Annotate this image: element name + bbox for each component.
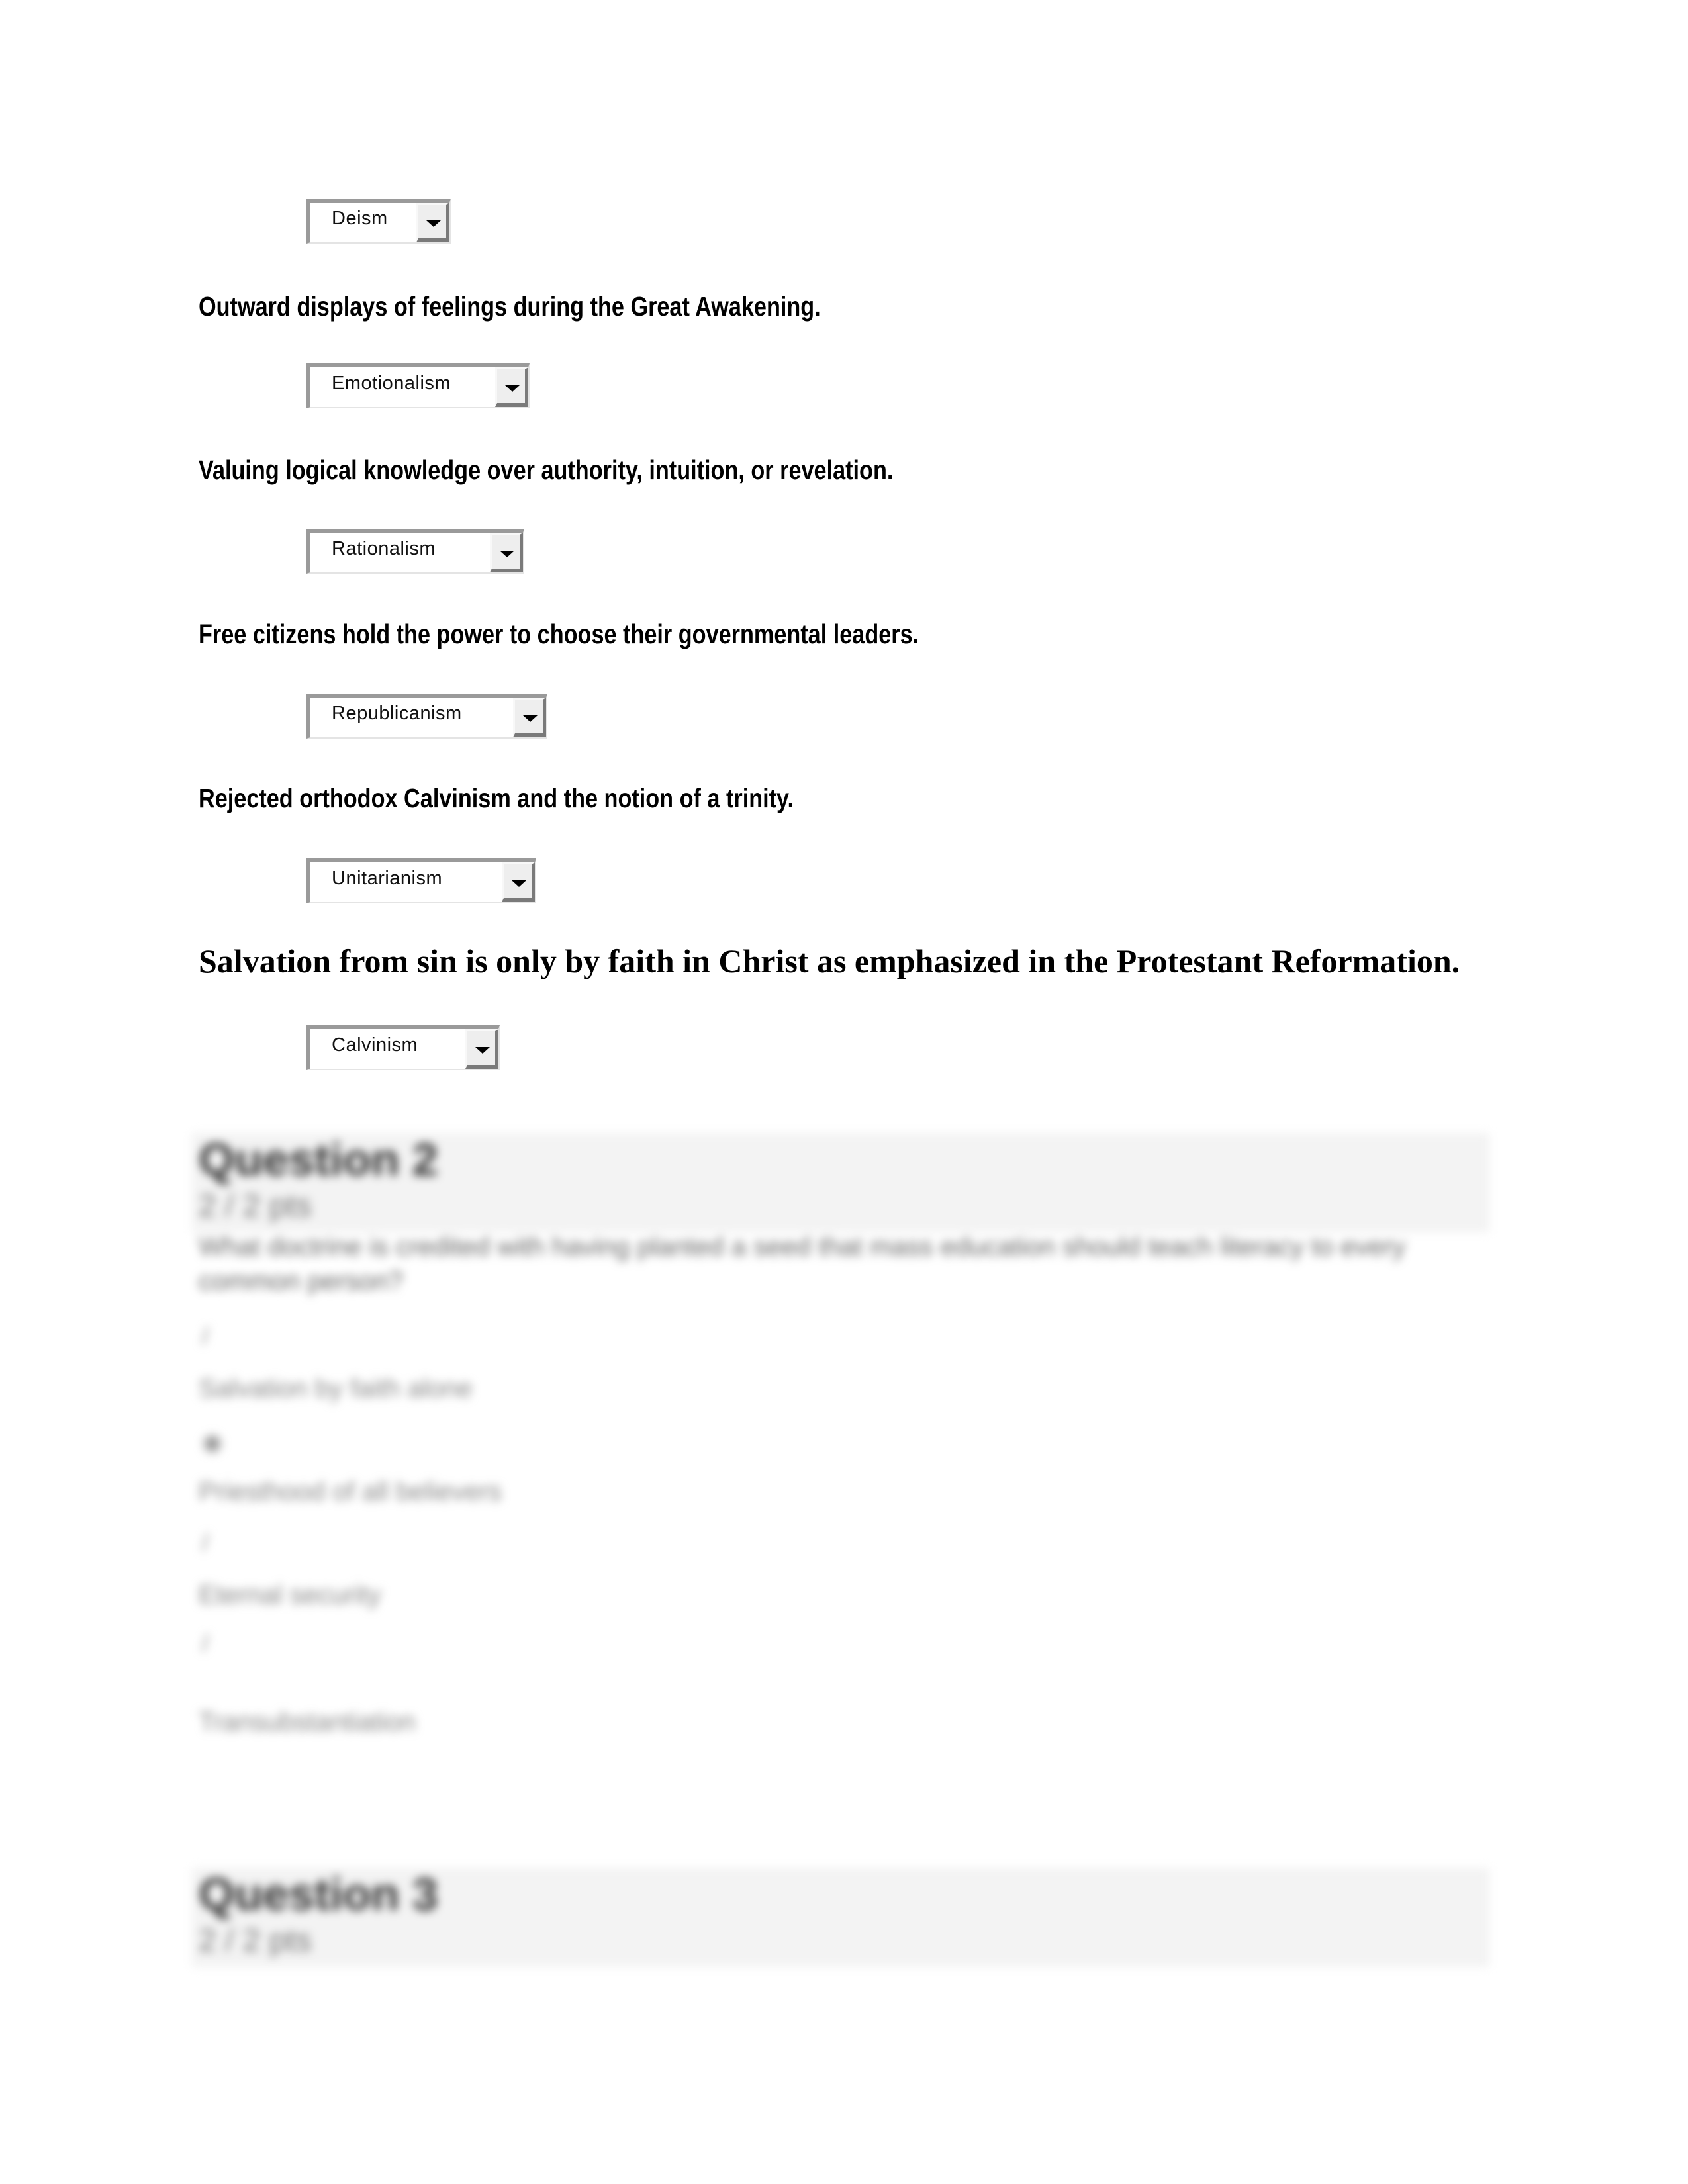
dropdown-button[interactable] [416, 203, 449, 242]
answer-select-deism[interactable]: Deism [306, 199, 451, 244]
question-points: 2 / 2 pts [199, 1923, 312, 1958]
select-value: Republicanism [332, 703, 462, 724]
select-value: Deism [332, 208, 388, 229]
chevron-down-icon [523, 715, 538, 722]
chevron-down-icon [500, 551, 514, 557]
question-text: What doctrine is credited with having pl… [199, 1232, 1406, 1296]
dropdown-button[interactable] [495, 367, 528, 407]
answer-option[interactable]: Priesthood of all believers [199, 1477, 502, 1507]
chevron-down-icon [475, 1047, 490, 1054]
answer-select-calvinism[interactable]: Calvinism [306, 1025, 500, 1070]
dropdown-button[interactable] [465, 1029, 498, 1069]
question-points: 2 / 2 pts [199, 1189, 312, 1224]
answer-marker-icon: / [202, 1629, 209, 1657]
dropdown-button[interactable] [502, 862, 535, 902]
question-title: Question 3 [199, 1868, 438, 1920]
answer-select-rationalism[interactable]: Rationalism [306, 529, 524, 574]
select-value: Unitarianism [332, 868, 443, 889]
answer-option[interactable]: Transubstantiation [199, 1707, 416, 1737]
dropdown-button[interactable] [513, 698, 546, 737]
match-prompt: Outward displays of feelings during the … [199, 291, 821, 322]
match-prompt: Rejected orthodox Calvinism and the noti… [199, 783, 794, 813]
selected-answer-icon: ◉ [202, 1428, 223, 1455]
match-prompt: Salvation from sin is only by faith in C… [199, 942, 1460, 979]
question-title: Question 2 [199, 1134, 438, 1185]
chevron-down-icon [505, 385, 520, 392]
dropdown-button[interactable] [490, 533, 523, 572]
select-value: Emotionalism [332, 373, 451, 394]
match-prompt: Valuing logical knowledge over authority… [199, 455, 894, 485]
chevron-down-icon [512, 880, 526, 887]
answer-marker-icon: / [202, 1322, 209, 1349]
select-value: Calvinism [332, 1034, 418, 1056]
answer-option[interactable]: Salvation by faith alone [199, 1374, 473, 1404]
chevron-down-icon [426, 220, 441, 227]
answer-select-unitarianism[interactable]: Unitarianism [306, 858, 536, 903]
answer-marker-icon: / [202, 1529, 209, 1556]
select-value: Rationalism [332, 538, 436, 559]
answer-select-emotionalism[interactable]: Emotionalism [306, 363, 530, 408]
match-prompt: Free citizens hold the power to choose t… [199, 619, 919, 649]
answer-select-republicanism[interactable]: Republicanism [306, 694, 547, 739]
answer-option[interactable]: Eternal security [199, 1580, 381, 1610]
